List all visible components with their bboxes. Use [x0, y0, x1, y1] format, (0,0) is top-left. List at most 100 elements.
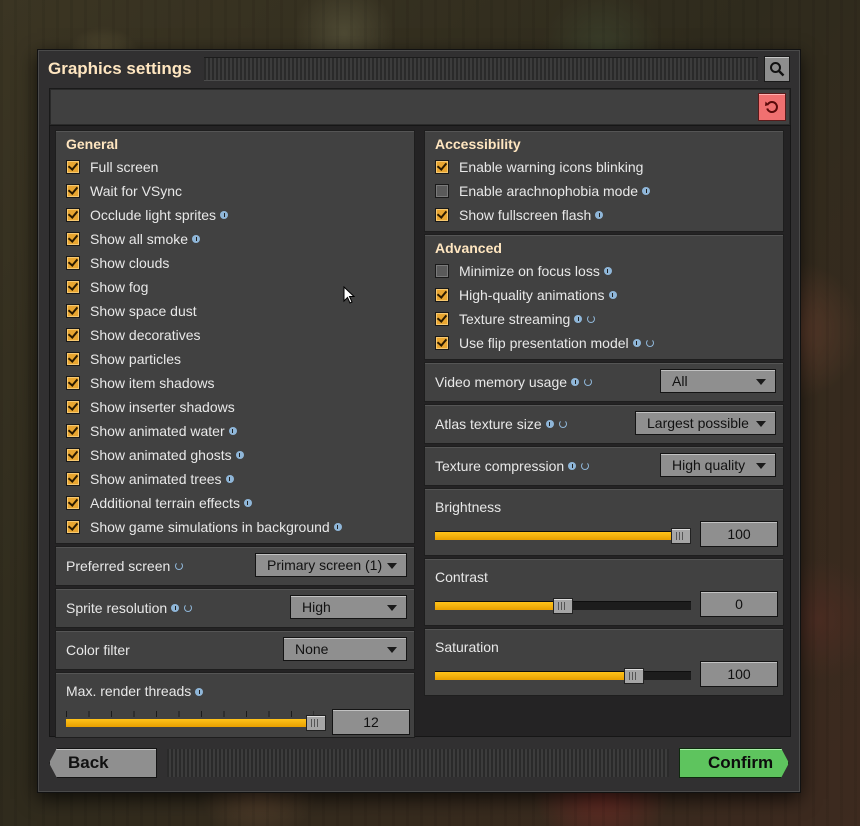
checkbox-row[interactable]: Show particles: [56, 347, 414, 371]
contrast-value[interactable]: 0: [700, 591, 778, 617]
render-threads-thumb[interactable]: [306, 715, 326, 731]
checkbox[interactable]: [66, 352, 80, 366]
checkbox-row[interactable]: Show inserter shadows: [56, 395, 414, 419]
checkbox[interactable]: [66, 304, 80, 318]
checkbox[interactable]: [66, 184, 80, 198]
brightness-slider[interactable]: [435, 528, 691, 544]
info-icon: [225, 475, 234, 483]
checkbox[interactable]: [66, 496, 80, 510]
right-column: Accessibility Enable warning icons blink…: [424, 130, 784, 698]
checkbox[interactable]: [435, 336, 449, 350]
checkbox[interactable]: [435, 288, 449, 302]
render-threads-label: Max. render threads: [66, 683, 204, 699]
checkbox-row[interactable]: Additional terrain effects: [56, 491, 414, 515]
checkbox-row[interactable]: Use flip presentation model: [425, 331, 783, 355]
checkbox[interactable]: [435, 184, 449, 198]
saturation-thumb[interactable]: [624, 668, 644, 684]
checkbox[interactable]: [435, 264, 449, 278]
accessibility-section: Accessibility Enable warning icons blink…: [424, 130, 784, 232]
checkbox-row[interactable]: Show game simulations in background: [56, 515, 414, 539]
confirm-button[interactable]: Confirm: [679, 748, 789, 778]
checkbox[interactable]: [66, 376, 80, 390]
checkbox[interactable]: [66, 448, 80, 462]
checkbox[interactable]: [435, 208, 449, 222]
checkbox[interactable]: [66, 328, 80, 342]
checkbox-row[interactable]: Show all smoke: [56, 227, 414, 251]
atlas-texture-size-dropdown[interactable]: Largest possible: [635, 411, 776, 435]
checkbox-row[interactable]: Occlude light sprites: [56, 203, 414, 227]
contrast-fill: [435, 602, 557, 610]
texture-compression-dropdown[interactable]: High quality: [660, 453, 776, 477]
render-threads-fill: [66, 719, 308, 727]
checkbox-label: Show inserter shadows: [90, 399, 235, 415]
info-icon: [220, 211, 229, 219]
saturation-value[interactable]: 100: [700, 661, 778, 687]
video-memory-usage-dropdown[interactable]: All: [660, 369, 776, 393]
graphics-settings-dialog: Graphics settings General Full screen Wai…: [37, 49, 801, 793]
reset-button[interactable]: [758, 93, 786, 121]
contrast-label: Contrast: [435, 569, 488, 585]
checkbox-row[interactable]: Show fullscreen flash: [425, 203, 783, 227]
render-threads-slider[interactable]: [66, 715, 326, 731]
checkbox-label: Enable warning icons blinking: [459, 159, 644, 175]
chevron-down-icon: [756, 421, 766, 427]
checkbox[interactable]: [66, 208, 80, 222]
checkbox[interactable]: [66, 424, 80, 438]
texture-compression-label: Texture compression: [435, 458, 565, 474]
back-button[interactable]: Back: [49, 748, 157, 778]
render-threads-panel: Max. render threads 12: [55, 672, 415, 738]
info-icon: [243, 499, 252, 507]
reset-icon: [765, 101, 778, 113]
checkbox-row[interactable]: Full screen: [56, 155, 414, 179]
drag-handle[interactable]: [203, 57, 758, 81]
checkbox[interactable]: [66, 400, 80, 414]
checkbox-row[interactable]: Show animated water: [56, 419, 414, 443]
brightness-thumb[interactable]: [671, 528, 691, 544]
search-button[interactable]: [764, 56, 790, 82]
checkbox-row[interactable]: Enable warning icons blinking: [425, 155, 783, 179]
footer-drag-handle: [167, 749, 669, 777]
saturation-slider[interactable]: [435, 668, 691, 684]
checkbox-row[interactable]: High-quality animations: [425, 283, 783, 307]
advanced-section: Advanced Minimize on focus loss High-qual…: [424, 234, 784, 360]
checkbox[interactable]: [66, 520, 80, 534]
sprite-resolution-dropdown[interactable]: High: [290, 595, 407, 619]
color-filter-label: Color filter: [66, 642, 130, 658]
checkbox-row[interactable]: Show fog: [56, 275, 414, 299]
checkbox-row[interactable]: Show item shadows: [56, 371, 414, 395]
chevron-down-icon: [387, 647, 397, 653]
render-threads-value[interactable]: 12: [332, 709, 410, 735]
checkbox[interactable]: [66, 160, 80, 174]
color-filter-dropdown[interactable]: None: [283, 637, 407, 661]
preferred-screen-dropdown[interactable]: Primary screen (1): [255, 553, 407, 577]
checkbox-row[interactable]: Show space dust: [56, 299, 414, 323]
checkbox[interactable]: [66, 256, 80, 270]
checkbox[interactable]: [66, 472, 80, 486]
checkbox-row[interactable]: Minimize on focus loss: [425, 259, 783, 283]
checkbox-row[interactable]: Show animated trees: [56, 467, 414, 491]
info-icon: [568, 462, 577, 470]
contrast-slider[interactable]: [435, 598, 691, 614]
checkbox-label: Show animated ghosts: [90, 447, 232, 463]
brightness-value[interactable]: 100: [700, 521, 778, 547]
checkbox-row[interactable]: Show animated ghosts: [56, 443, 414, 467]
checkbox-row[interactable]: Show decoratives: [56, 323, 414, 347]
checkbox-row[interactable]: Enable arachnophobia mode: [425, 179, 783, 203]
checkbox[interactable]: [66, 232, 80, 246]
checkbox-label: Show decoratives: [90, 327, 201, 343]
saturation-label: Saturation: [435, 639, 499, 655]
checkbox[interactable]: [435, 160, 449, 174]
accessibility-title: Accessibility: [435, 136, 521, 152]
checkbox-row[interactable]: Texture streaming: [425, 307, 783, 331]
checkbox-row[interactable]: Show clouds: [56, 251, 414, 275]
chevron-down-icon: [387, 605, 397, 611]
checkbox-row[interactable]: Wait for VSync: [56, 179, 414, 203]
checkbox-label: Additional terrain effects: [90, 495, 240, 511]
brightness-panel: Brightness 100: [424, 488, 784, 556]
checkbox-label: Wait for VSync: [90, 183, 183, 199]
contrast-thumb[interactable]: [553, 598, 573, 614]
checkbox[interactable]: [66, 280, 80, 294]
chevron-down-icon: [756, 463, 766, 469]
color-filter-row: Color filter None: [55, 630, 415, 670]
checkbox[interactable]: [435, 312, 449, 326]
